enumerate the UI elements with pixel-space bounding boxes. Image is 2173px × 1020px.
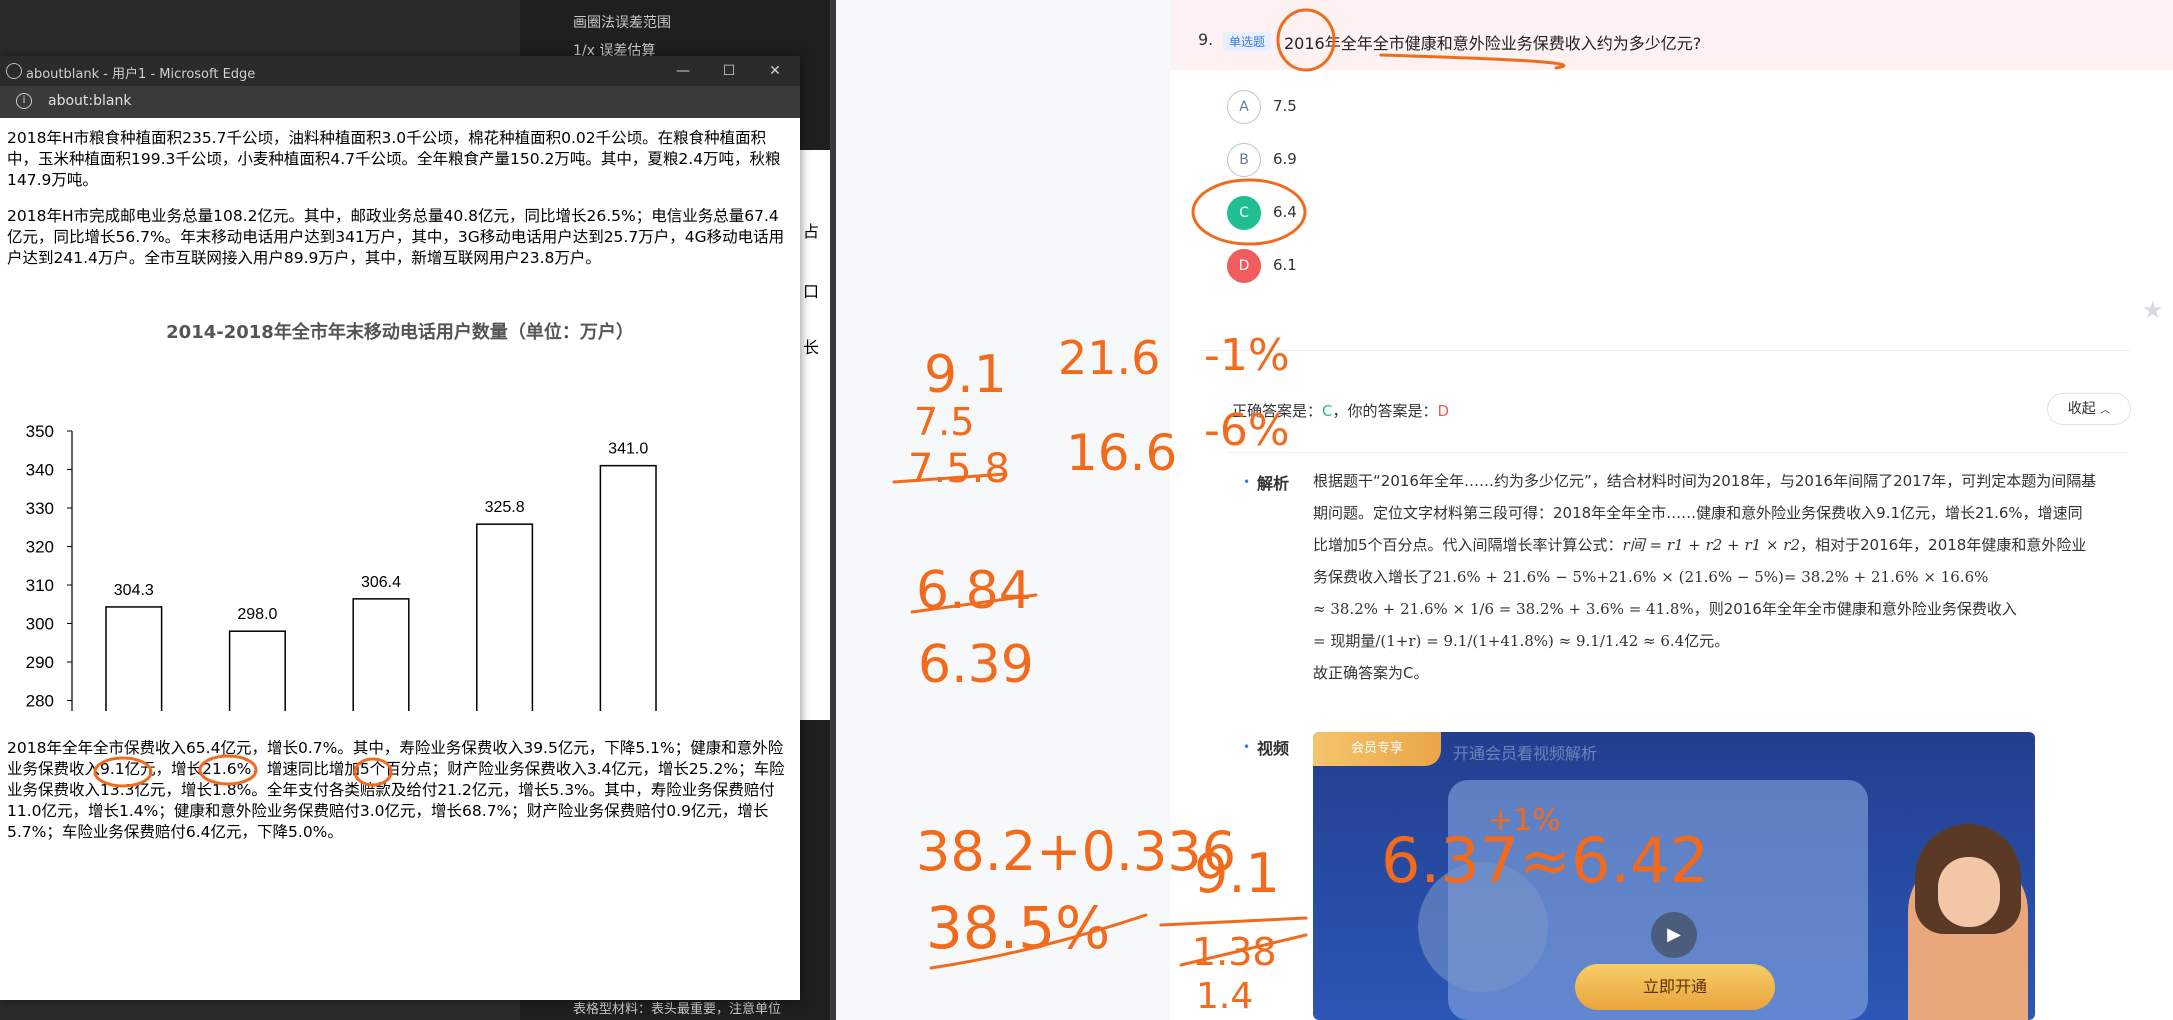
edge-window: aboutblank - 用户1 - Microsoft Edge — ☐ ✕ … [0, 56, 800, 1000]
ink-note: 16.6 [1066, 424, 1177, 482]
ink-underline [1379, 53, 1566, 70]
background-fragment: 口 [803, 282, 820, 301]
ink-note: 7.5 [914, 400, 974, 444]
ink-note: 38.2+0.336 [916, 820, 1236, 883]
background-fragment: 占 [803, 222, 820, 241]
ink-note: 7.5.8 [908, 446, 1010, 492]
background-fragment: 长 [803, 338, 820, 357]
handwriting-overlay-right: 9.1 21.6 -1% 7.5 7.5.8 16.6 -6% 6.84 6.3… [892, 8, 1709, 1017]
menu-item-error-range[interactable]: 画圈法误差范围 [573, 12, 671, 32]
ink-note: +1% [1488, 803, 1561, 838]
ink-note: -6% [1204, 405, 1290, 456]
ink-circle [1276, 8, 1336, 72]
ink-note: 6.39 [918, 635, 1034, 695]
ink-circle [198, 754, 258, 786]
ink-note: 1.4 [1196, 976, 1253, 1017]
ink-fraction-bar [1159, 916, 1308, 927]
ink-note: 6.84 [916, 561, 1032, 621]
ink-note: 21.6 [1058, 331, 1160, 385]
ink-note: 9.1 [1194, 842, 1280, 905]
ink-circle [93, 756, 153, 788]
handwriting-overlay-left [93, 754, 393, 788]
ink-note: -1% [1204, 330, 1290, 381]
ink-note: 9.1 [924, 345, 1007, 405]
menu-bottom-note: 表格型材料：表头最重要，注意单位 [573, 1002, 782, 1017]
ink-circle [1191, 178, 1307, 246]
ink-circle [353, 757, 393, 787]
